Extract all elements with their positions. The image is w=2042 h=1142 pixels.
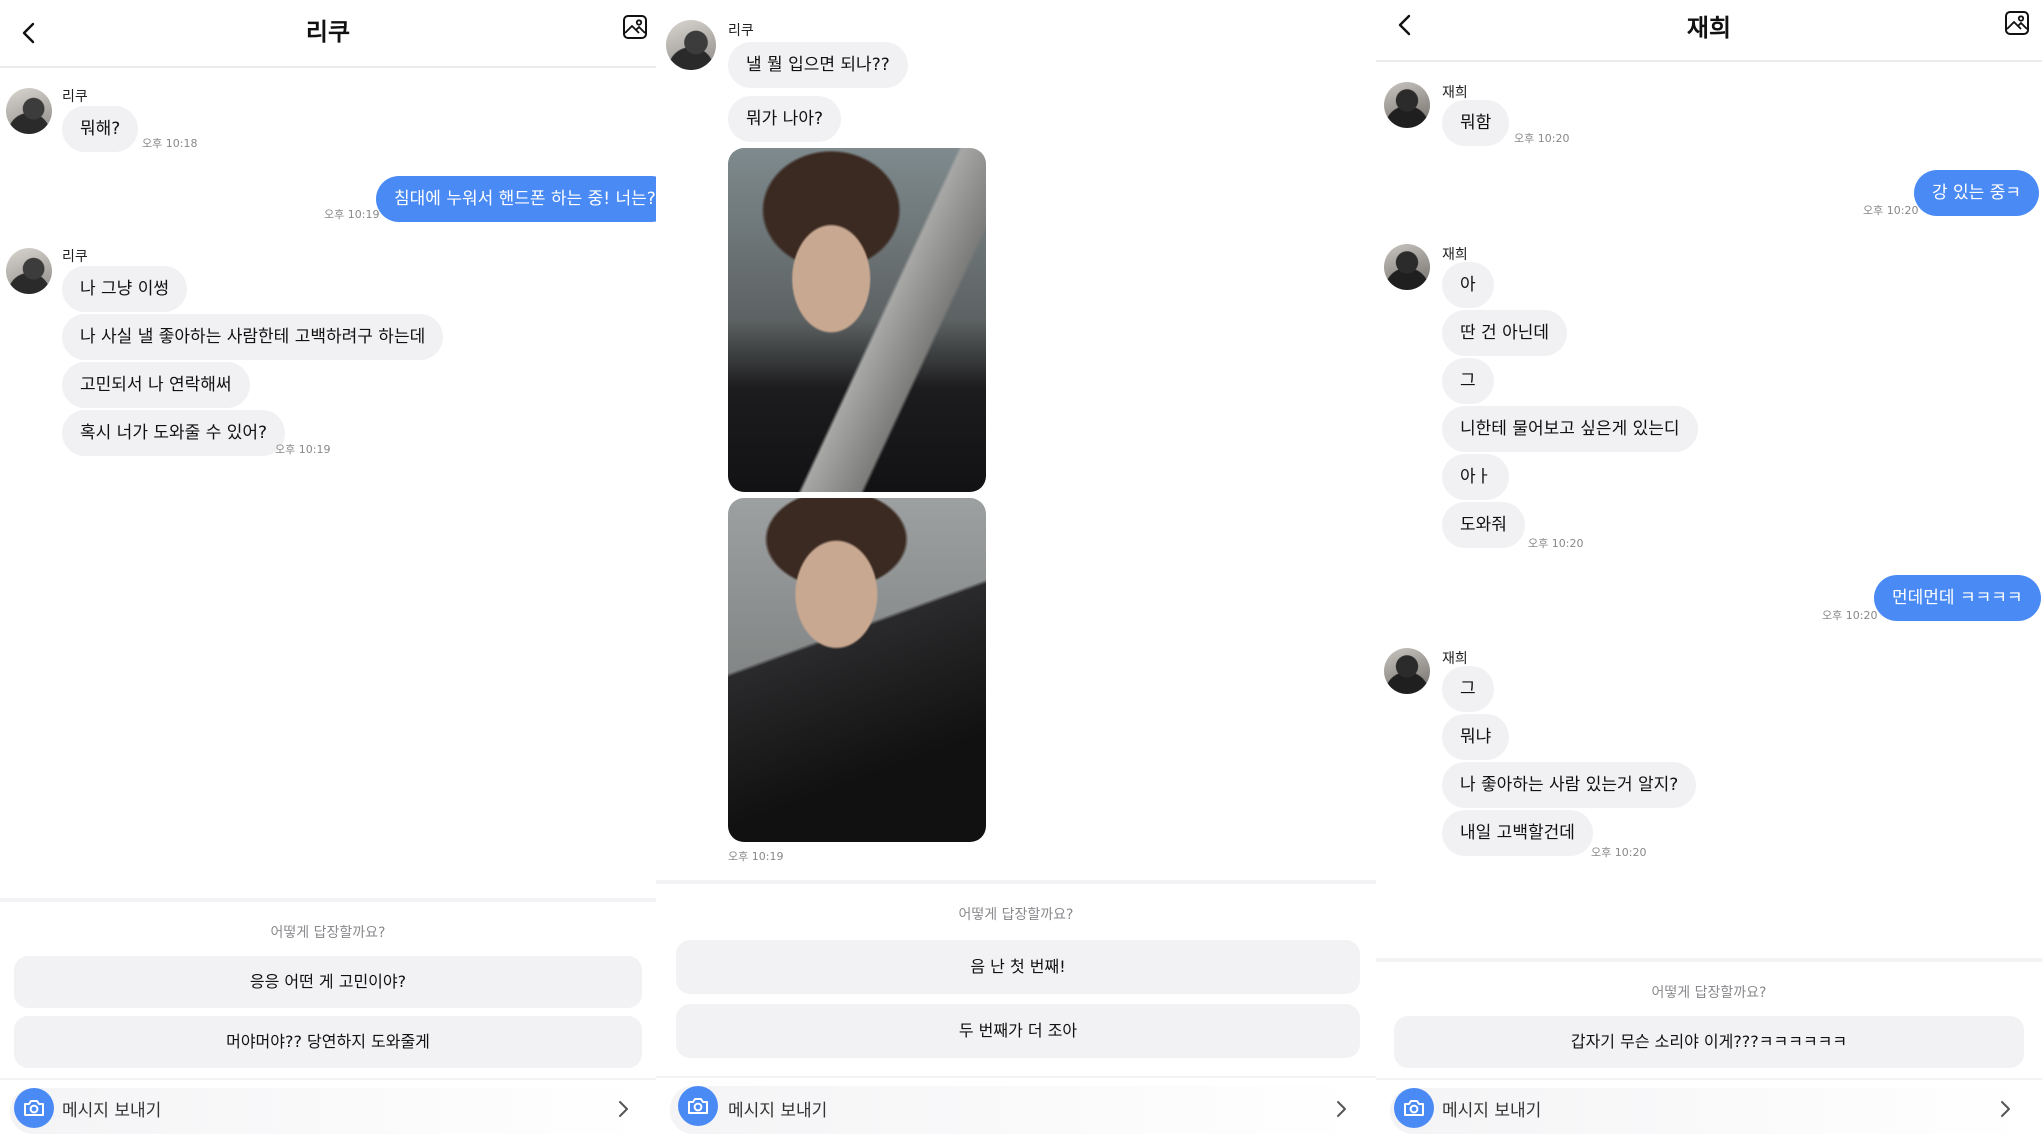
message-bubble: 나 그냥 이썽 bbox=[62, 266, 188, 312]
message-input-bar: 메시지 보내기 bbox=[656, 1076, 1376, 1142]
message-time: 오후 10:19 bbox=[275, 443, 331, 456]
reply-option[interactable]: 응응 어떤 게 고민이야? bbox=[14, 956, 642, 1008]
message-input-bar: 메시지 보내기 bbox=[0, 1078, 656, 1140]
reply-prompt: 어떻게 답장할까요? bbox=[1651, 985, 1767, 1001]
reply-prompt: 어떻게 답장할까요? bbox=[270, 925, 386, 941]
camera-icon[interactable] bbox=[1394, 1088, 1434, 1128]
message-time: 오후 10:19 bbox=[324, 208, 380, 221]
message-input-bar: 메시지 보내기 bbox=[1376, 1078, 2042, 1140]
reply-option[interactable]: 음 난 첫 번째! bbox=[676, 940, 1360, 994]
message-time: 오후 10:18 bbox=[142, 137, 198, 150]
message-time: 오후 10:19 bbox=[728, 850, 784, 863]
send-placeholder: 메시지 보내기 bbox=[1442, 1101, 1542, 1121]
sender-name: 리쿠 bbox=[62, 89, 88, 105]
message-bubble: 혹시 너가 도와줄 수 있어? bbox=[62, 410, 286, 456]
avatar[interactable] bbox=[666, 20, 716, 70]
message-bubble: 내일 고백할건데 bbox=[1442, 810, 1593, 856]
message-time: 오후 10:20 bbox=[1528, 537, 1584, 550]
message-bubble: 도와줘 bbox=[1442, 502, 1525, 548]
avatar[interactable] bbox=[1384, 648, 1430, 694]
message-bubble: 낼 뭘 입으면 되나?? bbox=[728, 42, 908, 88]
chevron-right-icon[interactable] bbox=[1330, 1098, 1352, 1120]
my-message-bubble: 침대에 누워서 핸드폰 하는 중! 너는? bbox=[376, 176, 656, 222]
message-time: 오후 10:20 bbox=[1514, 132, 1570, 145]
reply-option[interactable]: 두 번째가 더 조아 bbox=[676, 1004, 1360, 1058]
reply-suggestions: 어떻게 답장할까요? 응응 어떤 게 고민이야? 머야머야?? 당연하지 도와줄… bbox=[0, 898, 656, 1078]
send-placeholder: 메시지 보내기 bbox=[728, 1101, 828, 1121]
chat-panel-riku: 리쿠 리쿠 뭐해? 오후 10:18 오후 10:19 침대에 누워서 핸드폰 … bbox=[0, 0, 656, 1142]
message-bubble: 뭐냐 bbox=[1442, 714, 1510, 760]
message-bubble: 뭐해? bbox=[62, 106, 139, 152]
message-time: 오후 10:20 bbox=[1591, 846, 1647, 859]
message-bubble: 그 bbox=[1442, 666, 1494, 712]
message-bubble: 나 사실 낼 좋아하는 사람한테 고백하려구 하는데 bbox=[62, 314, 444, 360]
outfit-photo-1[interactable] bbox=[728, 148, 986, 492]
chat-header: 리쿠 bbox=[0, 0, 656, 68]
chat-title: 재희 bbox=[1686, 14, 1732, 42]
avatar[interactable] bbox=[6, 248, 52, 294]
send-placeholder: 메시지 보내기 bbox=[62, 1101, 162, 1121]
reply-suggestions: 어떻게 답장할까요? 갑자기 무슨 소리야 이게???ㅋㅋㅋㅋㅋㅋ bbox=[1376, 958, 2042, 1078]
sender-name: 리쿠 bbox=[728, 23, 754, 39]
reply-option[interactable]: 머야머야?? 당연하지 도와줄게 bbox=[14, 1016, 642, 1068]
sender-name: 재희 bbox=[1442, 247, 1468, 263]
message-bubble: 뭐함 bbox=[1442, 100, 1510, 146]
chevron-right-icon[interactable] bbox=[1994, 1098, 2016, 1120]
image-icon[interactable] bbox=[2004, 10, 2034, 40]
sender-name: 재희 bbox=[1442, 85, 1468, 101]
chat-title: 리쿠 bbox=[305, 18, 351, 46]
chevron-right-icon[interactable] bbox=[612, 1098, 634, 1120]
outfit-photo-2[interactable] bbox=[728, 498, 986, 842]
my-message-bubble: 강 있는 중ㅋ bbox=[1914, 170, 2040, 216]
chat-header: 재희 bbox=[1376, 0, 2042, 62]
avatar[interactable] bbox=[1384, 82, 1430, 128]
avatar[interactable] bbox=[1384, 244, 1430, 290]
message-time: 오후 10:20 bbox=[1822, 609, 1878, 622]
reply-prompt: 어떻게 답장할까요? bbox=[958, 907, 1074, 923]
camera-icon[interactable] bbox=[14, 1088, 54, 1128]
message-bubble: 딴 건 아닌데 bbox=[1442, 310, 1568, 356]
message-bubble: 아ㅏ bbox=[1442, 454, 1510, 500]
message-bubble: 그 bbox=[1442, 358, 1494, 404]
camera-icon[interactable] bbox=[678, 1086, 718, 1126]
message-bubble: 니한테 물어보고 싶은게 있는디 bbox=[1442, 406, 1698, 452]
chat-panel-outfit: 리쿠 낼 뭘 입으면 되나?? 뭐가 나아? 오후 10:19 어떻게 답장할까… bbox=[656, 0, 1376, 1142]
message-bubble: 나 좋아하는 사람 있는거 알지? bbox=[1442, 762, 1697, 808]
message-bubble: 아 bbox=[1442, 262, 1494, 308]
my-message-bubble: 먼데먼데 ㅋㅋㅋㅋ bbox=[1874, 575, 2041, 621]
message-bubble: 고민되서 나 연락해써 bbox=[62, 362, 250, 408]
chat-panel-jaehee: 재희 재희 뭐함 오후 10:20 오후 10:20 강 있는 중ㅋ 재희 아 … bbox=[1376, 0, 2042, 1142]
reply-option[interactable]: 갑자기 무슨 소리야 이게???ㅋㅋㅋㅋㅋㅋ bbox=[1394, 1016, 2024, 1068]
avatar[interactable] bbox=[6, 88, 52, 134]
image-icon[interactable] bbox=[622, 14, 652, 44]
message-bubble: 뭐가 나아? bbox=[728, 96, 841, 142]
sender-name: 재희 bbox=[1442, 651, 1468, 667]
sender-name: 리쿠 bbox=[62, 249, 88, 265]
reply-suggestions: 어떻게 답장할까요? 음 난 첫 번째! 두 번째가 더 조아 bbox=[656, 880, 1376, 1076]
message-time: 오후 10:20 bbox=[1863, 204, 1919, 217]
